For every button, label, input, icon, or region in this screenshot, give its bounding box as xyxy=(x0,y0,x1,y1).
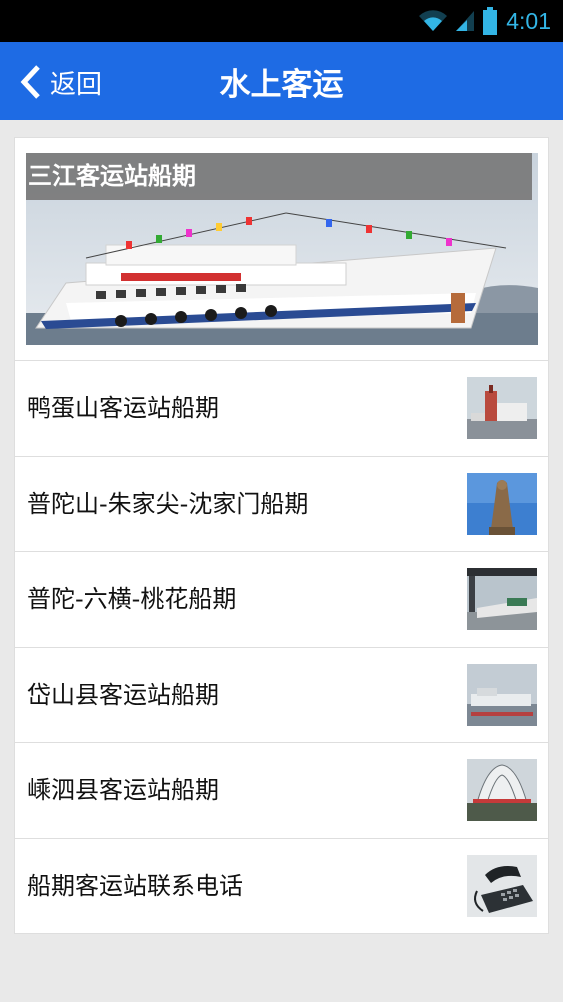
back-label: 返回 xyxy=(50,69,103,100)
list-item-label: 普陀-六横-桃花船期 xyxy=(27,585,237,613)
schedule-card: 三江客运站船期 鸭蛋山客运站船期 普陀山-朱家尖-沈家门船期 普陀-六横-桃花船… xyxy=(14,137,549,934)
list-item[interactable]: 岱山县客运站船期 xyxy=(15,647,548,742)
telephone-photo xyxy=(467,855,537,917)
clock: 4:01 xyxy=(506,7,551,34)
list-item[interactable]: 船期客运站联系电话 xyxy=(15,838,548,933)
hero-banner[interactable]: 三江客运站船期 xyxy=(26,153,538,345)
hero-caption: 三江客运站船期 xyxy=(26,153,532,200)
app-bar: 返回 水上客运 xyxy=(0,42,563,120)
list-item[interactable]: 普陀-六横-桃花船期 xyxy=(15,551,548,646)
terminal-photo xyxy=(467,377,537,439)
list-item[interactable]: 普陀山-朱家尖-沈家门船期 xyxy=(15,456,548,551)
list-item-label: 普陀山-朱家尖-沈家门船期 xyxy=(27,490,309,518)
list-item[interactable]: 鸭蛋山客运站船期 xyxy=(15,360,548,455)
pier-photo xyxy=(467,568,537,630)
battery-icon xyxy=(483,7,498,35)
list-item-label: 船期客运站联系电话 xyxy=(27,872,243,900)
list-item[interactable]: 嵊泗县客运站船期 xyxy=(15,742,548,837)
signal-icon xyxy=(456,11,475,31)
harbor-photo xyxy=(467,664,537,726)
wifi-icon xyxy=(419,10,448,32)
list-item-label: 岱山县客运站船期 xyxy=(27,681,219,709)
list-item-label: 嵊泗县客运站船期 xyxy=(27,776,219,804)
status-icons xyxy=(418,7,498,35)
status-bar: 4:01 xyxy=(0,0,563,42)
guanyin-statue-photo xyxy=(467,473,537,535)
station-building-photo xyxy=(467,759,537,821)
list-item-label: 鸭蛋山客运站船期 xyxy=(27,394,219,422)
chevron-left-icon xyxy=(20,65,40,99)
back-button[interactable]: 返回 xyxy=(18,62,102,102)
